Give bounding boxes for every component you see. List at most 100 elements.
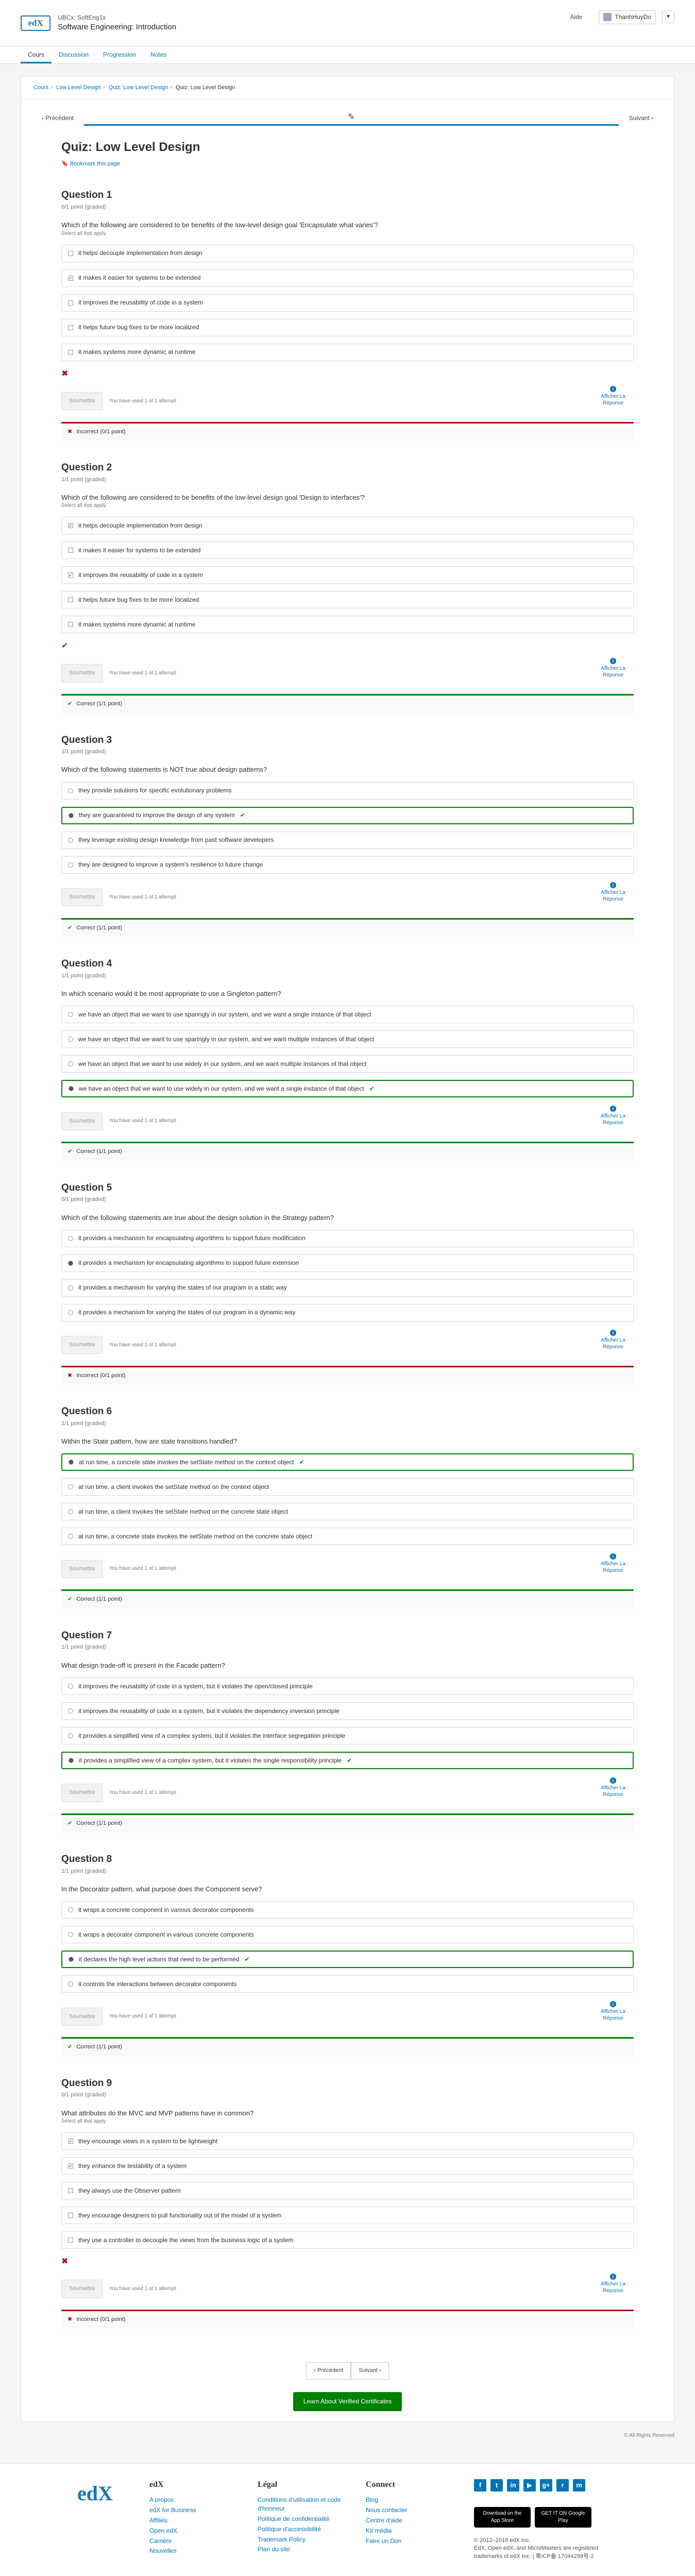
edx-logo[interactable]: edX	[21, 15, 50, 31]
choice-option[interactable]: they leverage existing design knowledge …	[61, 831, 634, 849]
footer-link[interactable]: Open edX	[149, 2527, 237, 2535]
choice-option[interactable]: they encourage designers to pull functio…	[61, 2207, 634, 2225]
show-answer-button[interactable]: i Afficher La Réponse	[592, 1329, 634, 1350]
user-menu-button[interactable]: ThanhHuyDo	[599, 10, 656, 24]
bottom-prev-button[interactable]: ‹ Précédent	[306, 2362, 351, 2380]
help-link[interactable]: Aide	[570, 13, 582, 22]
radio-button[interactable]	[68, 1012, 73, 1018]
choice-option[interactable]: it provides a simplified view of a compl…	[61, 1751, 634, 1769]
choice-option[interactable]: it controls the interactions between dec…	[61, 1975, 634, 1993]
choice-option[interactable]: they are designed to improve a system's …	[61, 856, 634, 874]
submit-button[interactable]: Soumettre	[61, 1336, 103, 1354]
radio-button[interactable]	[68, 788, 73, 793]
choice-option[interactable]: it declares the high level actions that …	[61, 1951, 634, 1969]
footer-link[interactable]: A propos	[149, 2496, 237, 2504]
radio-button[interactable]	[68, 1260, 73, 1266]
show-answer-button[interactable]: i Afficher La Réponse	[592, 1106, 634, 1126]
submit-button[interactable]: Soumettre	[61, 1560, 103, 1579]
breadcrumb-item[interactable]: Quiz: Low Level Design	[109, 84, 168, 91]
checkbox[interactable]: ✓	[68, 2163, 73, 2169]
radio-button[interactable]	[68, 1683, 73, 1689]
choice-option[interactable]: at run time, a client invokes the setSta…	[61, 1503, 634, 1521]
footer-link[interactable]: Politique d'accessibilité	[258, 2525, 345, 2534]
choice-option[interactable]: it provides a mechanism for varying the …	[61, 1279, 634, 1297]
choice-option[interactable]: it makes systems more dynamic at runtime	[61, 616, 634, 634]
checkbox[interactable]	[68, 622, 73, 628]
choice-option[interactable]: it makes it easier for systems to be ext…	[61, 541, 634, 560]
radio-button[interactable]	[68, 1310, 73, 1315]
choice-option[interactable]: we have an object that we want to use wi…	[61, 1080, 634, 1098]
choice-option[interactable]: they use a controller to decouple the vi…	[61, 2231, 634, 2249]
choice-option[interactable]: it provides a mechanism for varying the …	[61, 1303, 634, 1321]
linkedin-icon[interactable]: in	[507, 2479, 519, 2492]
checkbox[interactable]	[68, 349, 73, 355]
footer-link[interactable]: Centre d'aide	[366, 2516, 453, 2525]
choice-option[interactable]: at run time, a concrete state invokes th…	[61, 1528, 634, 1546]
checkbox[interactable]: ✓	[68, 2139, 73, 2144]
radio-button[interactable]	[68, 1981, 73, 1987]
show-answer-button[interactable]: i Afficher La Réponse	[592, 2001, 634, 2022]
radio-button[interactable]	[68, 837, 73, 843]
radio-button[interactable]	[68, 1907, 73, 1913]
radio-button[interactable]	[68, 1733, 73, 1738]
youtube-icon[interactable]: ▶	[523, 2479, 536, 2492]
choice-option[interactable]: ✓ it makes it easier for systems to be ex…	[61, 269, 634, 287]
tab-discussion[interactable]: Discussion	[52, 46, 96, 63]
choice-option[interactable]: it improves the reusability of code in a…	[61, 1677, 634, 1695]
radio-button[interactable]	[68, 1932, 73, 1938]
show-answer-button[interactable]: i Afficher La Réponse	[592, 385, 634, 406]
submit-button[interactable]: Soumettre	[61, 1784, 103, 1802]
facebook-icon[interactable]: f	[474, 2479, 486, 2492]
radio-button[interactable]	[68, 1061, 73, 1067]
choice-option[interactable]: it helps decouple implementation from de…	[61, 244, 634, 262]
meetup-icon[interactable]: m	[573, 2479, 585, 2492]
choice-option[interactable]: we have an object that we want to use sp…	[61, 1030, 634, 1048]
checkbox[interactable]: ✓	[68, 275, 73, 281]
googleplus-icon[interactable]: g+	[540, 2479, 552, 2492]
footer-link[interactable]: Nous contacter	[366, 2506, 453, 2515]
tab-notes[interactable]: Notes	[143, 46, 174, 63]
choice-option[interactable]: it wraps a concrete component in various…	[61, 1901, 634, 1919]
checkbox[interactable]	[68, 325, 73, 330]
choice-option[interactable]: at run time, a concrete state invokes th…	[61, 1453, 634, 1471]
footer-link[interactable]: Carrière	[149, 2537, 237, 2546]
sequence-prev-button[interactable]: ‹ Précédent	[42, 114, 74, 123]
show-answer-button[interactable]: i Afficher La Réponse	[592, 882, 634, 903]
tab-progression[interactable]: Progression	[96, 46, 143, 63]
chevron-down-icon[interactable]: ▼	[662, 11, 674, 24]
footer-link[interactable]: Blog	[366, 2496, 453, 2504]
choice-option[interactable]: it wraps a decorator component in variou…	[61, 1926, 634, 1944]
google-play-badge[interactable]: GET IT ON Google Play	[535, 2507, 591, 2528]
submit-button[interactable]: Soumettre	[61, 2280, 103, 2298]
checkbox[interactable]	[68, 597, 73, 603]
choice-option[interactable]: they always use the Observer pattern	[61, 2182, 634, 2200]
checkbox[interactable]	[68, 2213, 73, 2218]
choice-option[interactable]: it improves the reusability of code in a…	[61, 1702, 634, 1720]
choice-option[interactable]: it helps future bug fixes to be more loc…	[61, 591, 634, 609]
submit-button[interactable]: Soumettre	[61, 2007, 103, 2026]
choice-option[interactable]: at run time, a client invokes the setSta…	[61, 1478, 634, 1496]
choice-option[interactable]: ✓ it helps decouple implementation from d…	[61, 517, 634, 535]
radio-button[interactable]	[69, 1757, 74, 1763]
radio-button[interactable]	[69, 812, 74, 818]
radio-button[interactable]	[68, 1484, 73, 1490]
choice-option[interactable]: it helps future bug fixes to be more loc…	[61, 318, 634, 336]
breadcrumb-item[interactable]: Cours	[33, 84, 48, 91]
radio-button[interactable]	[68, 1509, 73, 1515]
footer-link[interactable]: edX for Business	[149, 2506, 237, 2515]
radio-button[interactable]	[68, 1235, 73, 1241]
checkbox[interactable]	[68, 548, 73, 553]
choice-option[interactable]: it improves the reusability of code in a…	[61, 294, 634, 312]
radio-button[interactable]	[68, 1534, 73, 1539]
footer-edx-logo[interactable]: edX	[77, 2479, 129, 2561]
choice-option[interactable]: it makes systems more dynamic at runtime	[61, 343, 634, 361]
radio-button[interactable]	[69, 1086, 74, 1092]
choice-option[interactable]: they are guaranteed to improve the desig…	[61, 806, 634, 824]
show-answer-button[interactable]: i Afficher La Réponse	[592, 1553, 634, 1574]
choice-option[interactable]: they provide solutions for specific evol…	[61, 782, 634, 800]
choice-option[interactable]: we have an object that we want to use sp…	[61, 1006, 634, 1024]
choice-option[interactable]: ✓ it improves the reusability of code in …	[61, 566, 634, 584]
show-answer-button[interactable]: i Afficher La Réponse	[592, 658, 634, 679]
bottom-next-button[interactable]: Suivant ›	[351, 2362, 389, 2380]
submit-button[interactable]: Soumettre	[61, 392, 103, 411]
